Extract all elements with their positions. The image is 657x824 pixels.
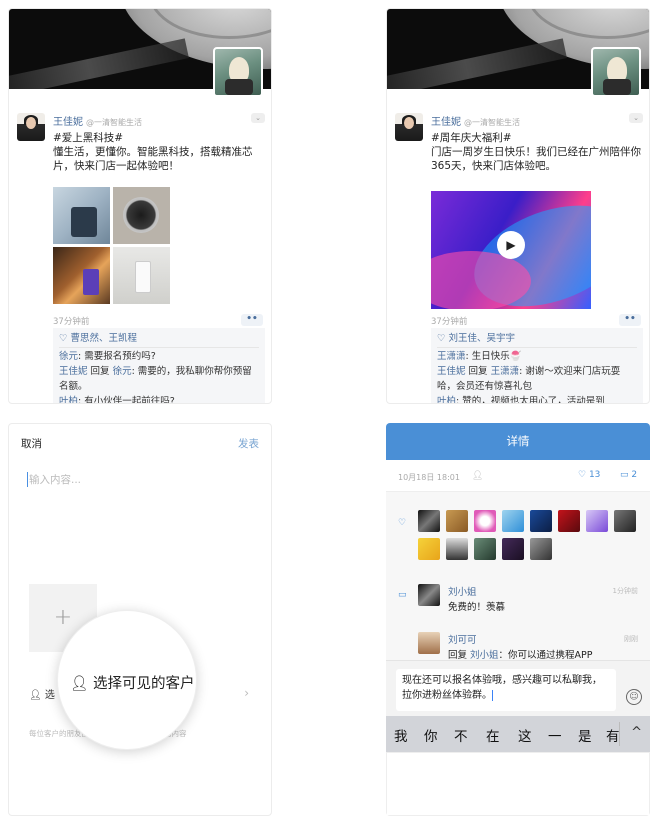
liker-avatar[interactable]	[614, 510, 636, 532]
commenter-name[interactable]: 刘可可	[448, 632, 477, 646]
visible-customers-row[interactable]: 👤︎ 选	[29, 686, 55, 701]
post-time: 37分钟前	[431, 317, 468, 327]
liker-avatar[interactable]	[418, 510, 440, 532]
play-icon[interactable]: ▶	[497, 231, 525, 259]
candidate-word[interactable]: 这	[518, 725, 532, 745]
compose-panel: 取消 发表 输入内容... + 👤︎ 选 › 每位客户的朋友圈，每天最多展示你发…	[8, 423, 272, 816]
profile-avatar[interactable]	[213, 47, 263, 97]
liker-avatar[interactable]	[474, 510, 496, 532]
candidate-word[interactable]: 不	[454, 725, 468, 745]
comment-time: 1分钟前	[612, 587, 638, 595]
comment-item[interactable]: 叶柏: 赞的，视频也太用心了，活动是到	[437, 394, 637, 403]
comment-text: 回复 刘小姐：你可以通过携程APP	[448, 650, 593, 661]
liker-avatar[interactable]	[586, 510, 608, 532]
author-source: @一清智能生活	[464, 118, 520, 127]
person-icon: 👤︎	[70, 676, 89, 692]
chevron-right-icon[interactable]: ›	[244, 686, 249, 700]
post-datetime: 10月18日 18:01	[398, 473, 460, 482]
post-menu-button[interactable]: ⌄	[251, 113, 265, 123]
liker-avatar[interactable]	[474, 538, 496, 560]
liker-avatar[interactable]	[418, 538, 440, 560]
post-image[interactable]	[53, 247, 110, 304]
liker-avatar[interactable]	[502, 510, 524, 532]
reply-input-bar: 现在还可以报名体验哦，感兴趣可以私聊我，拉你进粉丝体验群。 ☺	[386, 660, 650, 716]
moment-feed-panel-2: 王佳妮 @一清智能生活 ⌄ #周年庆大福利# 门店一周岁生日快乐！我们已经在广州陪…	[386, 8, 650, 404]
moment-feed-panel-1: 王佳妮 @一清智能生活 ⌄ #爱上黑科技# 懂生活，更懂你。智能黑科技，搭载精准芯…	[8, 8, 272, 404]
post-text: #爱上黑科技# 懂生活，更懂你。智能黑科技，搭载精准芯片，快来门店一起体验吧！	[53, 132, 253, 172]
comment-count: 2	[631, 470, 638, 480]
candidate-word[interactable]: 有	[606, 725, 620, 745]
detail-panel: 详情 10月18日 18:01 👤︎ ♡ 13 ▭ 2 ♡ ▭ 刘小姐 免费的！…	[386, 423, 650, 816]
commenter-avatar[interactable]	[418, 584, 440, 606]
liker-avatar[interactable]	[446, 510, 468, 532]
visible-label-partial: 选	[44, 690, 55, 701]
author-avatar[interactable]	[395, 113, 423, 141]
content-input[interactable]: 输入内容...	[27, 472, 81, 487]
comment-item[interactable]: 叶柏: 有小伙伴一起前往吗?	[59, 394, 259, 403]
post-image[interactable]	[113, 247, 170, 304]
action-dots-button[interactable]: ••	[619, 314, 641, 326]
profile-avatar[interactable]	[591, 47, 641, 97]
magnifier-callout: 👤︎ 选择可见的客户	[57, 610, 197, 750]
emoji-icon[interactable]: ☺	[626, 689, 642, 705]
likes-line[interactable]: ♡ 刘王佳、吴宇宇	[437, 331, 637, 348]
comment-text: 免费的！羡慕	[448, 602, 506, 613]
comment-icon: ▭	[398, 590, 407, 600]
keyboard-area[interactable]	[386, 752, 650, 816]
candidate-word[interactable]: 你	[424, 725, 438, 745]
candidate-word[interactable]: 是	[578, 725, 592, 745]
divider	[619, 722, 620, 746]
heart-icon: ♡	[398, 518, 407, 528]
chevron-up-icon[interactable]: ^	[631, 725, 642, 740]
like-button[interactable]: ♡ 13	[578, 470, 600, 480]
candidate-word[interactable]: 一	[548, 725, 562, 745]
post-menu-button[interactable]: ⌄	[629, 113, 643, 123]
comment-button[interactable]: ▭ 2	[620, 470, 637, 480]
action-dots-button[interactable]: ••	[241, 314, 263, 326]
author-avatar[interactable]	[17, 113, 45, 141]
comment-time: 刚刚	[624, 635, 638, 643]
ime-candidate-bar: 我 你 不 在 这 一 是 有 ^	[386, 716, 650, 752]
like-count: 13	[588, 470, 601, 480]
cancel-button[interactable]: 取消	[21, 436, 42, 451]
detail-meta: 10月18日 18:01 👤︎ ♡ 13 ▭ 2	[386, 460, 650, 492]
liker-avatar[interactable]	[558, 510, 580, 532]
comment-area: ♡ 刘王佳、吴宇宇 王潇潇: 生日快乐🍧 王佳妮 回复 王潇潇: 谢谢～欢迎来门…	[431, 328, 643, 403]
reply-input[interactable]: 现在还可以报名体验哦，感兴趣可以私聊我，拉你进粉丝体验群。	[396, 669, 616, 711]
comment-item[interactable]: 徐元: 需要报名预约吗?	[59, 349, 259, 364]
author-name[interactable]: 王佳妮 @一清智能生活	[431, 113, 520, 128]
commenter-avatar[interactable]	[418, 632, 440, 654]
person-icon: 👤︎	[29, 690, 42, 701]
comment-item[interactable]: 王佳妮 回复 王潇潇: 谢谢～欢迎来门店玩耍哈，会员还有惊喜礼包	[437, 364, 637, 394]
liker-avatar[interactable]	[530, 538, 552, 560]
comment-area: ♡ 曹思然、王凯程 徐元: 需要报名预约吗? 王佳妮 回复 徐元: 需要的，我私…	[53, 328, 265, 403]
author-name[interactable]: 王佳妮 @一清智能生活	[53, 113, 142, 128]
post-image[interactable]	[53, 187, 110, 244]
liker-avatar[interactable]	[530, 510, 552, 532]
candidate-word[interactable]: 在	[486, 725, 500, 745]
visible-label: 选择可见的客户	[93, 676, 195, 692]
person-icon: 👤︎	[472, 471, 484, 481]
author-source: @一清智能生活	[86, 118, 142, 127]
post-text: #周年庆大福利# 门店一周岁生日快乐！我们已经在广州陪伴你365天，快来门店体验…	[431, 132, 641, 172]
liker-avatar[interactable]	[502, 538, 524, 560]
publish-button[interactable]: 发表	[238, 436, 259, 451]
page-title: 详情	[386, 423, 650, 460]
post-time: 37分钟前	[53, 317, 90, 327]
post-image[interactable]	[113, 187, 170, 244]
liker-avatar[interactable]	[446, 538, 468, 560]
likes-line[interactable]: ♡ 曹思然、王凯程	[59, 331, 259, 348]
comment-item[interactable]: 王佳妮 回复 徐元: 需要的，我私聊你帮你预留名额。	[59, 364, 259, 394]
comment-item[interactable]: 王潇潇: 生日快乐🍧	[437, 349, 637, 364]
visible-customers-zoom[interactable]: 👤︎ 选择可见的客户	[70, 672, 195, 693]
post-video[interactable]: ▶	[431, 191, 591, 309]
candidate-word[interactable]: 我	[394, 725, 408, 745]
commenter-name[interactable]: 刘小姐	[448, 584, 477, 598]
